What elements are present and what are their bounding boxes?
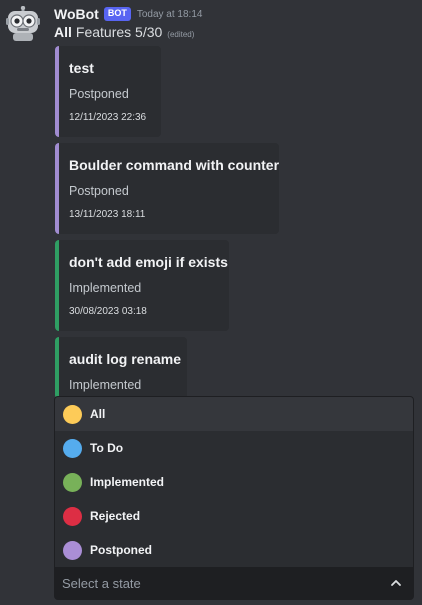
feature-embed: Boulder command with counter Postponed 1… [55, 143, 279, 234]
green-circle-icon [63, 472, 82, 492]
edited-label: (edited) [167, 30, 195, 39]
state-dropdown-menu: All To Do Implemented Rejected Postponed [54, 396, 414, 567]
message-header: WoBot BOT Today at 18:14 [54, 5, 202, 23]
option-label: To Do [90, 441, 124, 455]
embed-status: Implemented [69, 378, 142, 392]
option-label: Postponed [90, 543, 152, 557]
embed-title: audit log rename [69, 351, 182, 367]
embed-title: don't add emoji if exists [69, 254, 228, 270]
embed-status: Implemented [69, 281, 142, 295]
embed-date: 30/08/2023 03:18 [69, 306, 147, 317]
purple-circle-icon [63, 540, 82, 560]
option-rejected[interactable]: Rejected [55, 499, 413, 533]
feature-embed: don't add emoji if exists Implemented 30… [55, 240, 229, 331]
chevron-up-icon [391, 580, 401, 586]
yellow-circle-icon [63, 404, 82, 424]
option-label: All [90, 407, 106, 421]
embed-title: test [69, 60, 94, 76]
option-implemented[interactable]: Implemented [55, 465, 413, 499]
bot-message: WoBot BOT Today at 18:14 All Features 5/… [0, 0, 422, 605]
bot-tag: BOT [103, 7, 131, 21]
option-label: Rejected [90, 509, 141, 523]
message-timestamp[interactable]: Today at 18:14 [137, 9, 203, 20]
blue-circle-icon [63, 438, 82, 458]
option-postponed[interactable]: Postponed [55, 533, 413, 567]
message-content: All Features 5/30 (edited) [54, 24, 194, 42]
option-to-do[interactable]: To Do [55, 431, 413, 465]
state-select[interactable]: Select a state [54, 567, 414, 600]
feature-embed: test Postponed 12/11/2023 22:36 [55, 46, 161, 137]
embed-status: Postponed [69, 184, 129, 198]
feature-embed: audit log rename Implemented [55, 337, 187, 399]
bot-avatar[interactable] [6, 5, 40, 42]
option-all[interactable]: All [55, 397, 413, 431]
embed-status: Postponed [69, 87, 129, 101]
select-placeholder: Select a state [62, 576, 141, 591]
embed-date: 12/11/2023 22:36 [69, 112, 147, 123]
option-label: Implemented [90, 475, 165, 489]
robot-icon [6, 5, 40, 41]
author-name[interactable]: WoBot [54, 6, 99, 22]
filter-label: All [54, 24, 72, 40]
embed-title: Boulder command with counter [69, 157, 279, 173]
embed-date: 13/11/2023 18:11 [69, 209, 146, 220]
feature-count: Features 5/30 [75, 24, 163, 40]
red-circle-icon [63, 506, 82, 526]
